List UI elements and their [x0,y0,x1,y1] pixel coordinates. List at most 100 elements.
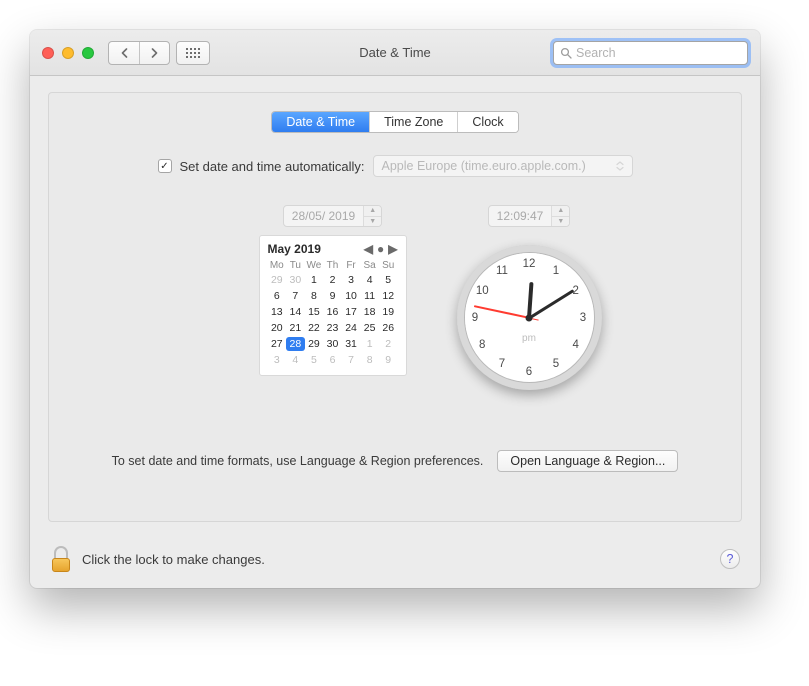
calendar-prev-icon[interactable]: ◀ [364,243,373,255]
calendar: May 2019 ◀ ● ▶ MoTuWeThFrSaSu29301234567… [259,235,407,376]
close-icon[interactable] [42,47,54,59]
calendar-day[interactable]: 23 [323,321,342,335]
calendar-day[interactable]: 7 [286,289,305,303]
show-all-button[interactable] [176,41,210,65]
calendar-day: 9 [379,353,398,367]
clock-number: 9 [466,312,484,324]
time-stepper[interactable]: 12:09:47 ▲ ▼ [488,205,571,227]
minimize-icon[interactable] [62,47,74,59]
clock-number: 4 [567,339,585,351]
calendar-day[interactable]: 16 [323,305,342,319]
calendar-day: 29 [268,273,287,287]
calendar-day[interactable]: 26 [379,321,398,335]
calendar-day: 8 [360,353,379,367]
auto-label: Set date and time automatically: [180,159,365,174]
calendar-day[interactable]: 8 [305,289,324,303]
clock-number: 1 [547,265,565,277]
back-button[interactable] [109,42,139,64]
calendar-day[interactable]: 19 [379,305,398,319]
calendar-day[interactable]: 29 [305,337,324,351]
calendar-day: 30 [286,273,305,287]
calendar-dow: Mo [268,260,287,271]
forward-button[interactable] [139,42,169,64]
calendar-day[interactable]: 17 [342,305,361,319]
auto-checkbox[interactable]: ✓ [158,159,172,173]
calendar-day[interactable]: 30 [323,337,342,351]
calendar-day: 2 [379,337,398,351]
clock-number: 6 [520,366,538,378]
chevron-up-icon[interactable]: ▲ [364,206,381,216]
tab-bar: Date & TimeTime ZoneClock [271,111,518,133]
calendar-day[interactable]: 25 [360,321,379,335]
preferences-window: Date & Time Date & TimeTime ZoneClock ✓ … [30,30,760,588]
calendar-day: 1 [360,337,379,351]
chevron-down-icon[interactable]: ▼ [364,216,381,227]
clock-number: 11 [493,265,511,277]
titlebar: Date & Time [30,30,760,76]
clock-number: 3 [574,312,592,324]
calendar-day[interactable]: 14 [286,305,305,319]
formats-hint: To set date and time formats, use Langua… [112,454,484,468]
calendar-next-icon[interactable]: ▶ [388,243,397,255]
calendar-day[interactable]: 31 [342,337,361,351]
calendar-day[interactable]: 6 [268,289,287,303]
calendar-day[interactable]: 12 [379,289,398,303]
chevron-updown-icon [616,161,624,171]
calendar-day[interactable]: 18 [360,305,379,319]
calendar-day[interactable]: 10 [342,289,361,303]
calendar-day: 6 [323,353,342,367]
calendar-day[interactable]: 24 [342,321,361,335]
calendar-day[interactable]: 22 [305,321,324,335]
clock-number: 12 [520,258,538,270]
calendar-day[interactable]: 9 [323,289,342,303]
time-stepper-arrows[interactable]: ▲ ▼ [551,206,569,226]
tab-time-zone[interactable]: Time Zone [369,112,457,132]
calendar-today-icon[interactable]: ● [377,243,384,255]
date-stepper-arrows[interactable]: ▲ ▼ [363,206,381,226]
date-value: 28/05/ 2019 [284,206,363,226]
window-controls [42,47,94,59]
calendar-dow: We [305,260,324,271]
calendar-day[interactable]: 21 [286,321,305,335]
clock-number: 7 [493,358,511,370]
analog-clock: pm 121234567891011 [457,245,602,390]
calendar-title: May 2019 [268,242,321,256]
zoom-icon[interactable] [82,47,94,59]
tab-date-time[interactable]: Date & Time [272,112,369,132]
search-icon [560,47,572,59]
calendar-day[interactable]: 1 [305,273,324,287]
calendar-day[interactable]: 4 [360,273,379,287]
open-language-region-button[interactable]: Open Language & Region... [497,450,678,472]
calendar-day: 7 [342,353,361,367]
chevron-up-icon[interactable]: ▲ [552,206,569,216]
lock-icon[interactable] [50,546,72,572]
chevron-down-icon[interactable]: ▼ [552,216,569,227]
time-server-select[interactable]: Apple Europe (time.euro.apple.com.) [373,155,633,177]
clock-number: 10 [473,285,491,297]
calendar-day[interactable]: 27 [268,337,287,351]
calendar-dow: Tu [286,260,305,271]
calendar-day[interactable]: 11 [360,289,379,303]
date-stepper[interactable]: 28/05/ 2019 ▲ ▼ [283,205,382,227]
calendar-day[interactable]: 2 [323,273,342,287]
time-server-value: Apple Europe (time.euro.apple.com.) [382,159,586,173]
calendar-day: 5 [305,353,324,367]
clock-ampm: pm [522,333,536,344]
calendar-day[interactable]: 13 [268,305,287,319]
calendar-day[interactable]: 28 [286,337,305,351]
calendar-day[interactable]: 15 [305,305,324,319]
search-input[interactable] [572,45,741,61]
time-value: 12:09:47 [489,206,552,226]
calendar-day[interactable]: 3 [342,273,361,287]
calendar-day[interactable]: 5 [379,273,398,287]
clock-number: 5 [547,358,565,370]
clock-number: 8 [473,339,491,351]
calendar-dow: Su [379,260,398,271]
search-field[interactable] [553,41,748,65]
calendar-dow: Fr [342,260,361,271]
help-button[interactable]: ? [720,549,740,569]
tab-clock[interactable]: Clock [457,112,517,132]
calendar-day[interactable]: 20 [268,321,287,335]
calendar-dow: Sa [360,260,379,271]
nav-segment [108,41,170,65]
